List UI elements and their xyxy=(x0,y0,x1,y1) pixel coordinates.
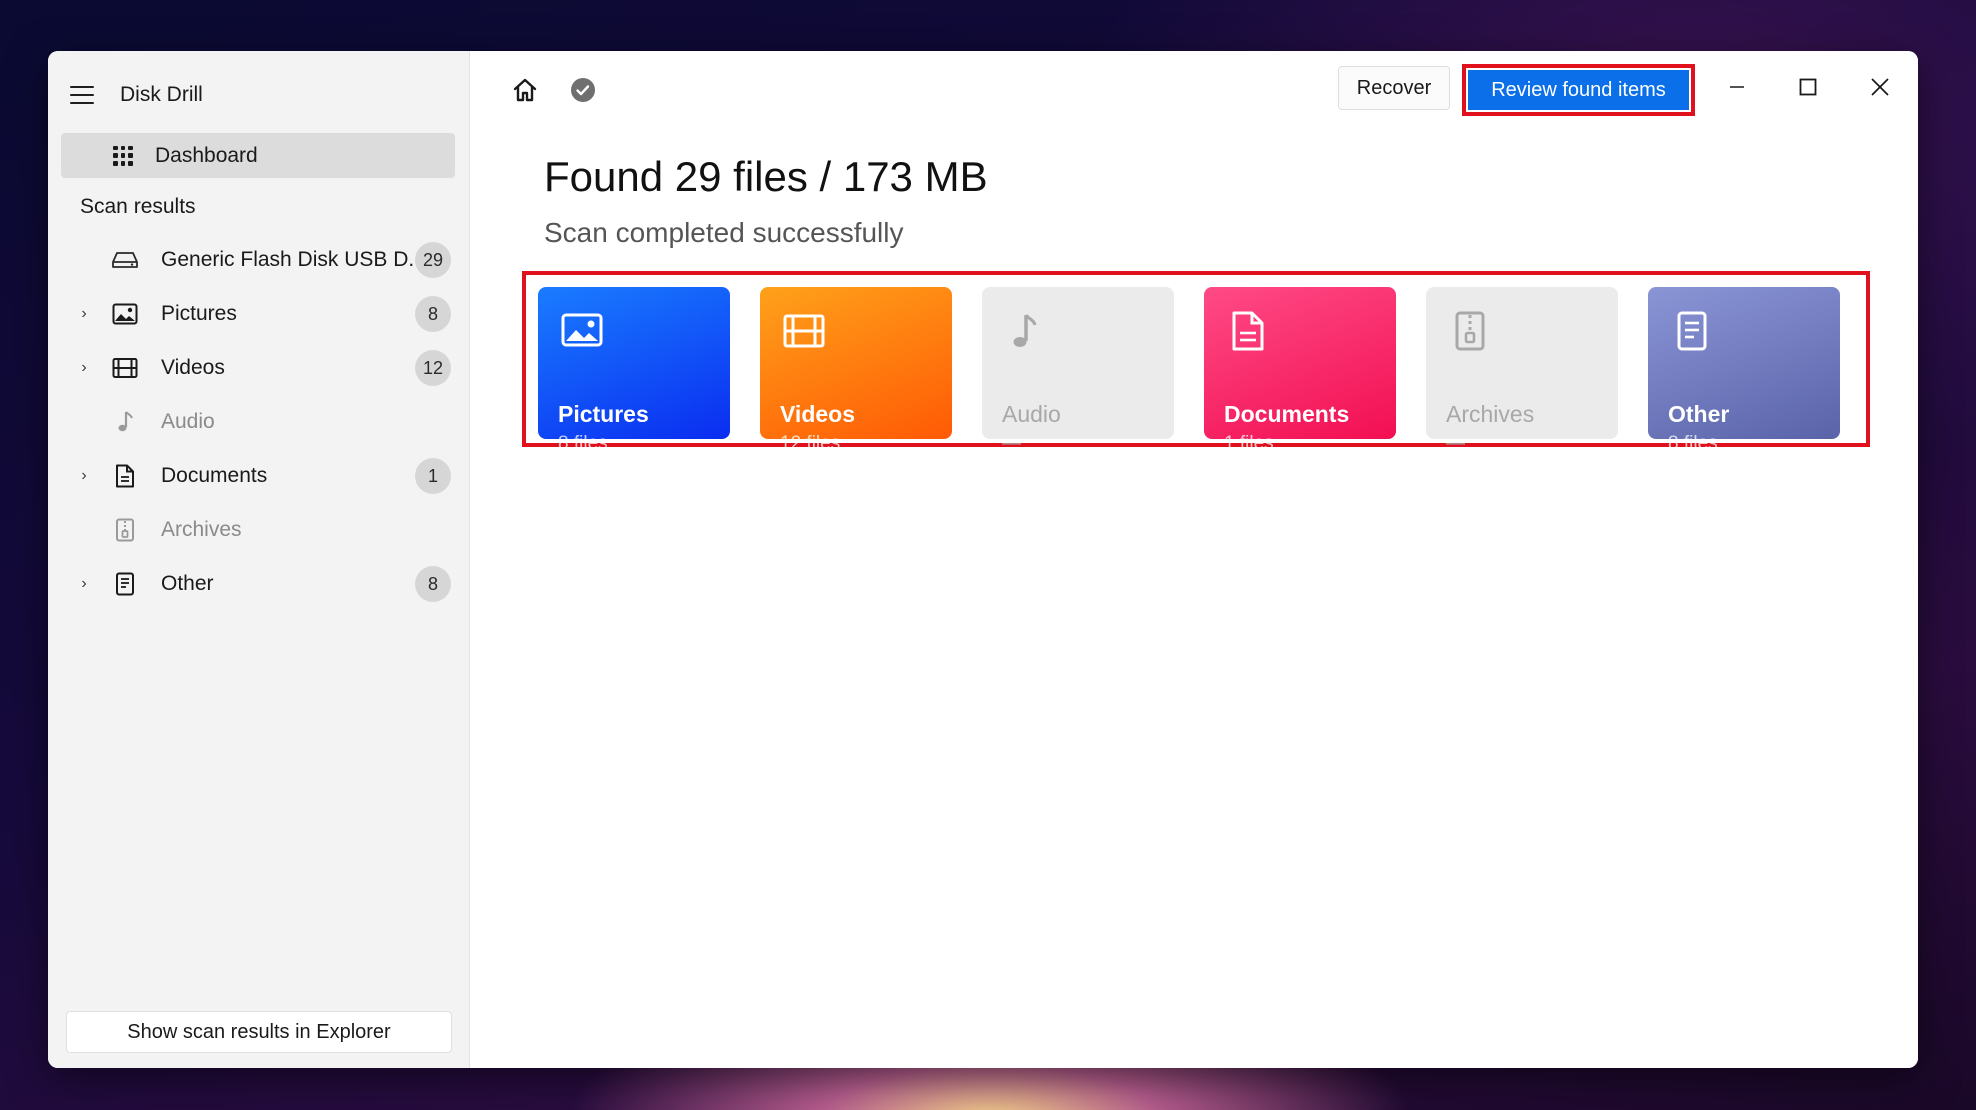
recover-button[interactable]: Recover xyxy=(1338,66,1450,110)
tile-label: Other xyxy=(1668,401,1730,427)
tile-label: Pictures xyxy=(558,401,649,427)
tile-count: — xyxy=(1002,433,1021,454)
tile-count: 1 files xyxy=(1224,433,1274,454)
sidebar-item-archives[interactable]: Archives xyxy=(61,507,455,553)
archive-icon xyxy=(111,518,139,542)
tile-count: — xyxy=(1446,433,1465,454)
app-window: Disk Drill Dashboard Scan results Generi… xyxy=(48,51,1918,1068)
count-badge: 12 xyxy=(415,350,451,386)
count-badge: 29 xyxy=(415,242,451,278)
document-icon xyxy=(1226,309,1270,353)
film-icon xyxy=(111,356,139,380)
sidebar-item-label: Pictures xyxy=(161,302,237,325)
sidebar-item-label: Audio xyxy=(161,410,215,433)
count-badge: 8 xyxy=(415,566,451,602)
show-in-explorer-button[interactable]: Show scan results in Explorer xyxy=(66,1011,452,1053)
grid-icon xyxy=(113,145,133,166)
sidebar-item-label: Videos xyxy=(161,356,225,379)
scan-status: Scan completed successfully xyxy=(544,217,904,248)
tile-archives[interactable]: Archives — xyxy=(1426,287,1618,454)
sidebar-item-dashboard[interactable]: Dashboard xyxy=(61,133,455,178)
tile-label: Videos xyxy=(780,401,855,427)
sidebar-item-flash-disk[interactable]: Generic Flash Disk USB D... 29 xyxy=(61,237,455,283)
archive-icon xyxy=(1448,309,1492,353)
sidebar-item-videos[interactable]: › Videos 12 xyxy=(61,345,455,391)
sidebar-item-label: Generic Flash Disk USB D... xyxy=(161,248,426,271)
scan-results-title: Scan results xyxy=(80,195,196,218)
chevron-right-icon[interactable]: › xyxy=(69,305,99,323)
chevron-right-icon[interactable]: › xyxy=(69,467,99,485)
sidebar-item-label: Dashboard xyxy=(155,143,258,167)
tile-label: Archives xyxy=(1446,401,1535,427)
home-icon[interactable] xyxy=(510,75,540,105)
other-file-icon xyxy=(1670,309,1714,353)
close-icon[interactable] xyxy=(1860,67,1900,107)
image-icon xyxy=(560,309,604,353)
tile-other[interactable]: Other 8 files xyxy=(1648,287,1840,454)
drive-icon xyxy=(111,248,139,272)
count-badge: 1 xyxy=(415,458,451,494)
categories-highlight: Pictures 8 files Videos 12 files Audio — xyxy=(522,271,1870,454)
chevron-right-icon[interactable]: › xyxy=(69,359,99,377)
review-found-items-button[interactable]: Review found items xyxy=(1468,70,1689,110)
maximize-icon[interactable] xyxy=(1788,67,1828,107)
tile-audio[interactable]: Audio — xyxy=(982,287,1174,454)
image-icon xyxy=(111,302,139,326)
check-circle-icon xyxy=(570,77,596,103)
tile-count: 8 files xyxy=(558,433,608,454)
sidebar-item-audio[interactable]: Audio xyxy=(61,399,455,445)
app-header: Disk Drill xyxy=(70,71,203,119)
app-title: Disk Drill xyxy=(120,83,203,106)
hamburger-menu-icon[interactable] xyxy=(70,86,94,104)
sidebar: Disk Drill Dashboard Scan results Generi… xyxy=(48,51,470,1068)
music-note-icon xyxy=(111,410,139,434)
tile-count: 12 files xyxy=(780,433,841,454)
page-title: Found 29 files / 173 MB xyxy=(544,153,988,200)
main-content: Recover Review found items Found 29 file… xyxy=(470,51,1918,1068)
count-badge: 8 xyxy=(415,296,451,332)
tile-videos[interactable]: Videos 12 files xyxy=(760,287,952,454)
tile-pictures[interactable]: Pictures 8 files xyxy=(538,287,730,454)
sidebar-item-label: Other xyxy=(161,572,214,595)
sidebar-item-pictures[interactable]: › Pictures 8 xyxy=(61,291,455,337)
tile-count: 8 files xyxy=(1668,433,1718,454)
document-icon xyxy=(111,464,139,488)
music-note-icon xyxy=(1004,309,1048,353)
film-icon xyxy=(782,309,826,353)
tile-label: Audio xyxy=(1002,401,1061,427)
chevron-right-icon[interactable]: › xyxy=(69,575,99,593)
sidebar-item-label: Archives xyxy=(161,518,242,541)
review-button-highlight: Review found items xyxy=(1462,64,1695,116)
tile-label: Documents xyxy=(1224,401,1350,427)
sidebar-item-documents[interactable]: › Documents 1 xyxy=(61,453,455,499)
sidebar-item-other[interactable]: › Other 8 xyxy=(61,561,455,607)
sidebar-item-label: Documents xyxy=(161,464,268,487)
minimize-icon[interactable] xyxy=(1717,67,1757,107)
other-file-icon xyxy=(111,572,139,596)
tile-documents[interactable]: Documents 1 files xyxy=(1204,287,1396,454)
